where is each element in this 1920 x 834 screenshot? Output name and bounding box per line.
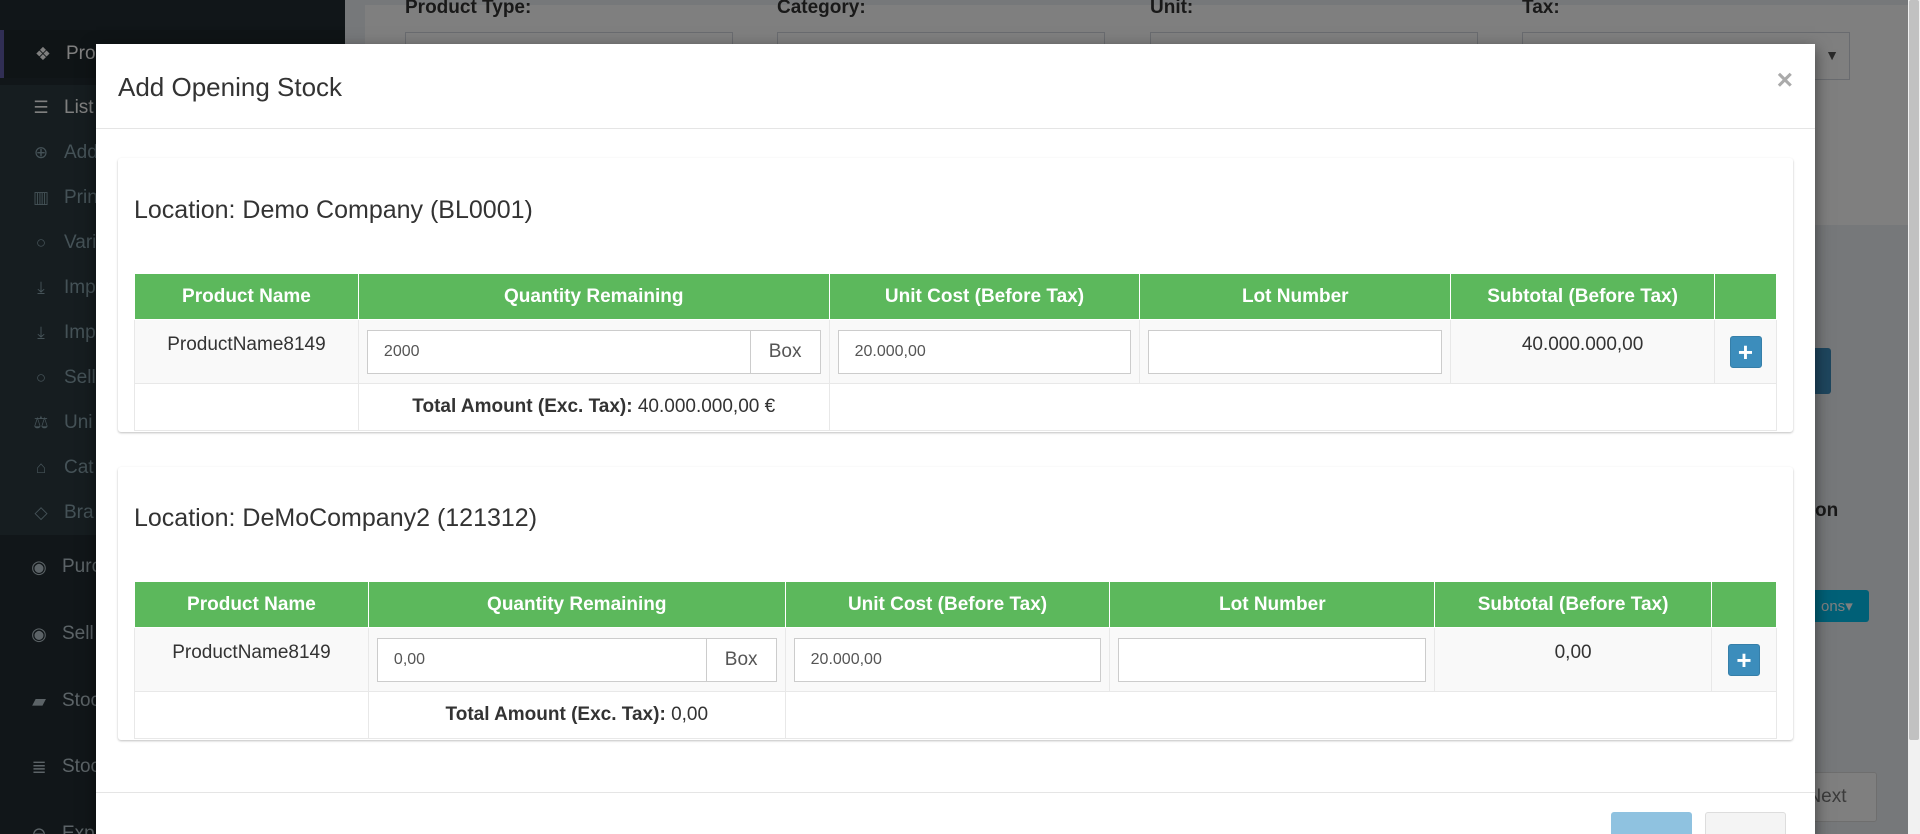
stock-table: Product Name Quantity Remaining Unit Cos… bbox=[134, 581, 1778, 739]
quantity-input[interactable]: 0,00 bbox=[376, 637, 707, 682]
quantity-input-group: 0,00 Box bbox=[376, 637, 777, 682]
empty-cell bbox=[784, 691, 1778, 739]
action-cell: + bbox=[1710, 627, 1778, 692]
empty-cell bbox=[134, 691, 369, 739]
column-header: Quantity Remaining bbox=[357, 273, 830, 320]
close-icon[interactable]: × bbox=[1777, 64, 1793, 96]
quantity-cell: 2000 Box bbox=[357, 319, 830, 384]
scrollbar-thumb[interactable] bbox=[1909, 0, 1919, 740]
stock-table: Product Name Quantity Remaining Unit Cos… bbox=[134, 273, 1778, 431]
close-button[interactable] bbox=[1705, 812, 1786, 834]
lot-number-input[interactable] bbox=[1148, 329, 1443, 374]
total-amount: Total Amount (Exc. Tax): 0,00 bbox=[367, 691, 786, 739]
total-label: Total Amount (Exc. Tax): bbox=[412, 396, 633, 417]
scrollbar[interactable] bbox=[1908, 0, 1920, 834]
quantity-cell: 0,00 Box bbox=[367, 627, 786, 692]
unit-cost-input[interactable]: 20.000,00 bbox=[837, 329, 1132, 374]
add-row-button[interactable]: + bbox=[1729, 335, 1762, 368]
plus-icon: + bbox=[1737, 336, 1754, 367]
column-header-action bbox=[1714, 273, 1777, 320]
product-name-cell: ProductName8149 bbox=[134, 627, 369, 692]
location-box-1: Location: Demo Company (BL0001) Product … bbox=[118, 158, 1793, 432]
product-name-cell: ProductName8149 bbox=[134, 319, 359, 384]
modal-footer bbox=[96, 792, 1815, 834]
table-row: ProductName8149 0,00 Box 20.000,00 0,00 … bbox=[134, 627, 1778, 692]
column-header: Unit Cost (Before Tax) bbox=[828, 273, 1141, 320]
empty-cell bbox=[828, 383, 1778, 431]
add-row-button[interactable]: + bbox=[1727, 643, 1760, 676]
total-label: Total Amount (Exc. Tax): bbox=[445, 704, 666, 725]
table-row: ProductName8149 2000 Box 20.000,00 40.00… bbox=[134, 319, 1777, 384]
table-header-row: Product Name Quantity Remaining Unit Cos… bbox=[134, 581, 1778, 628]
total-amount: Total Amount (Exc. Tax): 40.000.000,00 € bbox=[357, 383, 830, 431]
total-row: Total Amount (Exc. Tax): 40.000.000,00 € bbox=[134, 383, 1778, 431]
unit-addon: Box bbox=[750, 329, 821, 374]
plus-icon: + bbox=[1736, 644, 1752, 675]
total-value: 40.000.000,00 € bbox=[637, 396, 776, 417]
lot-number-cell bbox=[1109, 627, 1436, 692]
column-header: Lot Number bbox=[1139, 273, 1452, 320]
column-header: Lot Number bbox=[1109, 581, 1436, 628]
unit-cost-cell: 20.000,00 bbox=[784, 627, 1111, 692]
unit-cost-cell: 20.000,00 bbox=[828, 319, 1141, 384]
column-header-action bbox=[1710, 581, 1778, 628]
column-header: Unit Cost (Before Tax) bbox=[784, 581, 1111, 628]
column-header: Product Name bbox=[134, 581, 369, 628]
location-title: Location: Demo Company (BL0001) bbox=[134, 196, 533, 224]
subtotal-cell: 40.000.000,00 bbox=[1450, 319, 1715, 384]
table-header-row: Product Name Quantity Remaining Unit Cos… bbox=[134, 273, 1777, 320]
total-row: Total Amount (Exc. Tax): 0,00 bbox=[134, 691, 1778, 739]
location-title: Location: DeMoCompany2 (121312) bbox=[134, 504, 538, 532]
quantity-input[interactable]: 2000 bbox=[366, 329, 751, 374]
quantity-input-group: 2000 Box bbox=[366, 329, 821, 374]
unit-addon: Box bbox=[706, 637, 777, 682]
action-cell: + bbox=[1714, 319, 1777, 384]
modal-title: Add Opening Stock bbox=[118, 72, 343, 102]
column-header: Subtotal (Before Tax) bbox=[1434, 581, 1712, 628]
column-header: Quantity Remaining bbox=[367, 581, 786, 628]
subtotal-cell: 0,00 bbox=[1434, 627, 1712, 692]
lot-number-input[interactable] bbox=[1118, 637, 1427, 682]
modal-header: Add Opening Stock × bbox=[96, 44, 1815, 129]
save-button[interactable] bbox=[1611, 812, 1692, 834]
location-box-2: Location: DeMoCompany2 (121312) Product … bbox=[118, 467, 1793, 740]
column-header: Product Name bbox=[134, 273, 359, 320]
column-header: Subtotal (Before Tax) bbox=[1450, 273, 1715, 320]
add-opening-stock-modal: Add Opening Stock × Location: Demo Compa… bbox=[96, 44, 1815, 834]
total-value: 0,00 bbox=[671, 704, 709, 725]
lot-number-cell bbox=[1139, 319, 1452, 384]
unit-cost-input[interactable]: 20.000,00 bbox=[793, 637, 1102, 682]
empty-cell bbox=[134, 383, 359, 431]
